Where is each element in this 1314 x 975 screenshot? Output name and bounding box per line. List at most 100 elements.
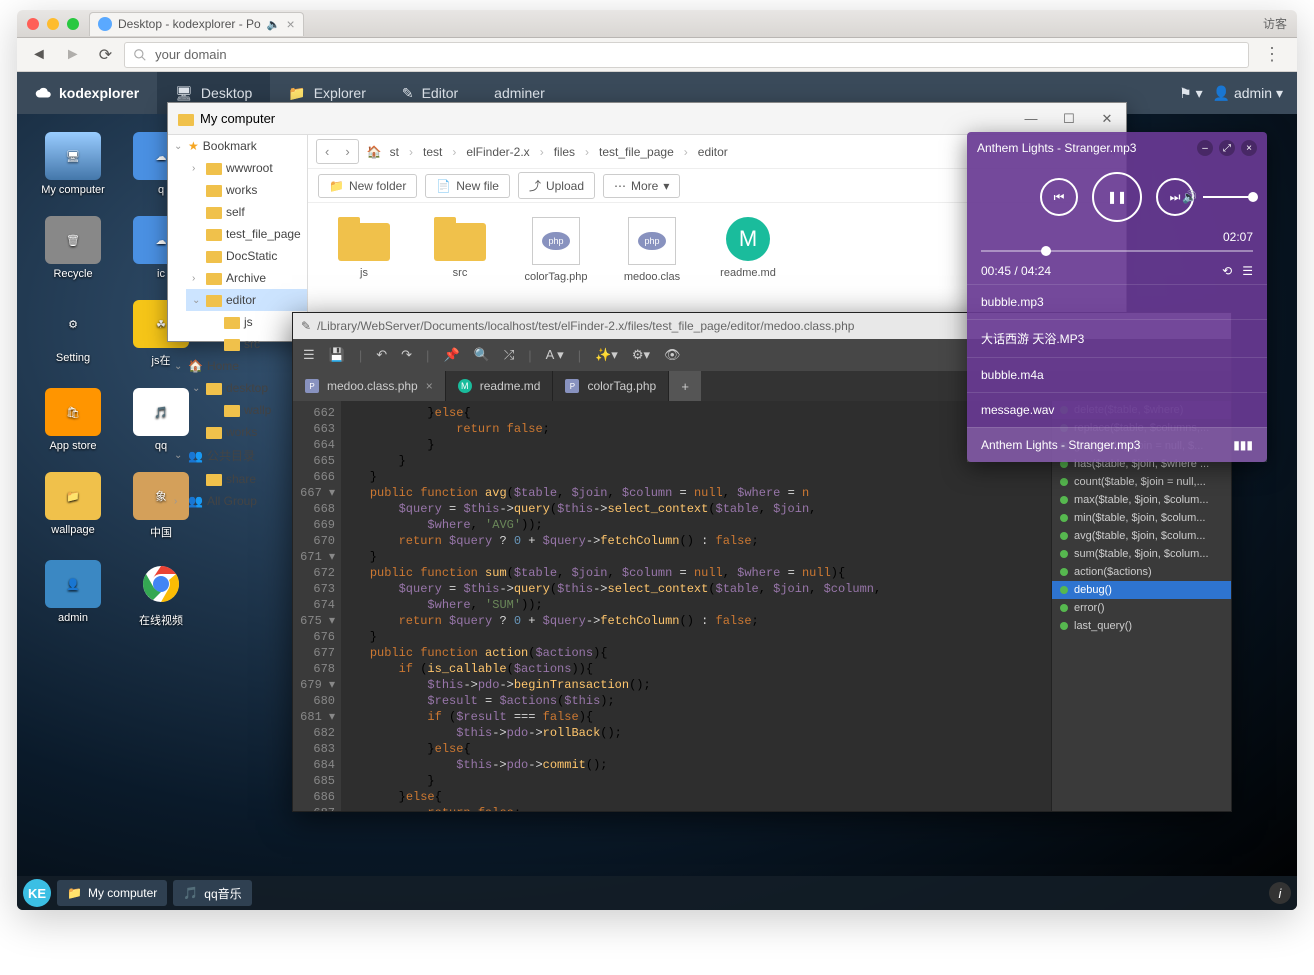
win-max-icon[interactable]: ☐: [1050, 103, 1088, 135]
fn-item[interactable]: max($table, $join, $colum...: [1052, 491, 1231, 509]
track-item[interactable]: message.wav: [967, 392, 1267, 427]
redo-icon[interactable]: ↷: [401, 347, 412, 363]
address-bar[interactable]: your domain: [124, 42, 1249, 68]
tree-item[interactable]: ›Archive: [186, 267, 307, 289]
prev-button[interactable]: ⏮: [1040, 178, 1078, 216]
upload-button[interactable]: ⤴ Upload: [518, 172, 595, 199]
playlist-icon[interactable]: ☰: [1242, 264, 1253, 278]
icon-recycle[interactable]: 🗑Recycle: [33, 216, 113, 280]
win-close-icon[interactable]: ✕: [1088, 103, 1126, 135]
new-file-button[interactable]: 📄 New file: [425, 174, 510, 198]
mp-max-icon[interactable]: ⤢: [1219, 140, 1235, 156]
menu-button[interactable]: ⋮: [1255, 44, 1289, 65]
tree-item[interactable]: ›wwwroot: [186, 157, 307, 179]
track-item[interactable]: bubble.m4a: [967, 357, 1267, 392]
crumb-nav[interactable]: ‹›: [316, 139, 359, 164]
icon-setting[interactable]: ⚙Setting: [33, 300, 113, 368]
tree-item[interactable]: self: [186, 201, 307, 223]
undo-icon[interactable]: ↶: [376, 347, 387, 363]
wand-icon[interactable]: ✨▾: [595, 347, 618, 363]
tree-item[interactable]: test_file_page: [186, 223, 307, 245]
flag-icon[interactable]: ⚑ ▾: [1179, 85, 1202, 102]
fn-item[interactable]: count($table, $join = null,...: [1052, 473, 1231, 491]
mp-close-icon[interactable]: ×: [1241, 140, 1257, 156]
fn-item[interactable]: sum($table, $join, $colum...: [1052, 545, 1231, 563]
icon-wallpage[interactable]: 📁wallpage: [33, 472, 113, 540]
play-pause-button[interactable]: ❚❚: [1092, 172, 1142, 222]
info-icon[interactable]: i: [1269, 882, 1291, 904]
traffic-lights: [27, 18, 79, 30]
mute-icon[interactable]: 🔈: [267, 18, 281, 31]
taskbar: KE 📁 My computer 🎵 qq音乐 i: [17, 876, 1297, 910]
tree-item[interactable]: share: [186, 468, 307, 490]
add-tab-button[interactable]: +: [669, 371, 701, 401]
forward-button[interactable]: ►: [59, 42, 87, 68]
code-area[interactable]: }else{ return false; } } } public functi…: [341, 401, 1051, 811]
tree-item-editor[interactable]: ⌄editor: [186, 289, 307, 311]
crumb-fwd-icon[interactable]: ›: [337, 140, 357, 163]
tab-readme[interactable]: Mreadme.md: [446, 371, 554, 401]
search-icon[interactable]: 🔍: [474, 347, 490, 363]
user-menu[interactable]: 👤 admin ▾: [1213, 85, 1283, 102]
gear-icon[interactable]: ⚙▾: [632, 347, 650, 363]
tree-item[interactable]: works: [186, 421, 307, 443]
start-button[interactable]: KE: [23, 879, 51, 907]
win-min-icon[interactable]: ―: [1012, 103, 1050, 135]
taskbar-item[interactable]: 📁 My computer: [57, 880, 167, 906]
fn-item[interactable]: min($table, $join, $colum...: [1052, 509, 1231, 527]
tree-bookmark[interactable]: ⌄★Bookmark: [168, 135, 307, 157]
more-button[interactable]: ⋯ More ▾: [603, 174, 680, 198]
tab-close-icon[interactable]: ×: [426, 379, 433, 393]
icon-chrome[interactable]: 在线视频: [121, 560, 201, 628]
save-icon[interactable]: 💾: [329, 347, 345, 363]
tree-allgroup[interactable]: ›👥All Group: [168, 490, 307, 512]
fn-item[interactable]: last_query(): [1052, 617, 1231, 635]
address-text: your domain: [155, 47, 227, 62]
volume-control[interactable]: 🔊: [1182, 190, 1253, 204]
back-button[interactable]: ◄: [25, 42, 53, 68]
function-list[interactable]: delete($table, $where) replace($table, $…: [1051, 401, 1231, 811]
tab-medoo[interactable]: Pmedoo.class.php×: [293, 371, 446, 401]
tree-public[interactable]: ⌄👥公共目录: [168, 443, 307, 468]
taskbar-item[interactable]: 🎵 qq音乐: [173, 880, 251, 906]
equalizer-icon: ▮▮▮: [1233, 438, 1253, 452]
mp-min-icon[interactable]: –: [1197, 140, 1213, 156]
tree-item[interactable]: DocStatic: [186, 245, 307, 267]
tree-home[interactable]: ⌄🏠Home: [168, 355, 307, 377]
track-item[interactable]: 大话西游 天浴.MP3: [967, 319, 1267, 357]
tab-close-icon[interactable]: ×: [286, 16, 294, 32]
home-icon[interactable]: 🏠: [367, 145, 382, 159]
new-folder-button[interactable]: 📁 New folder: [318, 174, 417, 198]
tree-item[interactable]: works: [186, 179, 307, 201]
fn-item[interactable]: action($actions): [1052, 563, 1231, 581]
track-item[interactable]: bubble.mp3: [967, 284, 1267, 319]
tab-colortag[interactable]: PcolorTag.php: [553, 371, 669, 401]
brand[interactable]: kodexplorer: [17, 85, 157, 101]
track-item-active[interactable]: Anthem Lights - Stranger.mp3▮▮▮: [967, 427, 1267, 462]
track-title: Anthem Lights - Stranger.mp3: [977, 141, 1136, 155]
tab-title: Desktop - kodexplorer - Po: [118, 17, 261, 31]
seek-bar[interactable]: [981, 250, 1253, 252]
close-button[interactable]: [27, 18, 39, 30]
browser-tab[interactable]: Desktop - kodexplorer - Po 🔈 ×: [89, 12, 304, 36]
pin-icon[interactable]: 📌: [443, 347, 459, 363]
maximize-button[interactable]: [67, 18, 79, 30]
minimize-button[interactable]: [47, 18, 59, 30]
menu-icon[interactable]: ☰: [303, 347, 315, 363]
fn-item-selected[interactable]: debug(): [1052, 581, 1231, 599]
reload-button[interactable]: ⟳: [93, 41, 118, 69]
fn-item[interactable]: error(): [1052, 599, 1231, 617]
tree-item[interactable]: ⌄desktop: [186, 377, 307, 399]
shuffle-icon[interactable]: ⤮: [504, 347, 514, 363]
eye-icon[interactable]: 👁: [664, 347, 681, 363]
font-icon[interactable]: A ▾: [546, 347, 564, 363]
crumb-back-icon[interactable]: ‹: [317, 140, 337, 163]
profile-guest[interactable]: 访客: [1263, 15, 1287, 32]
icon-appstore[interactable]: 🛍App store: [33, 388, 113, 452]
browser-titlebar: Desktop - kodexplorer - Po 🔈 × 访客: [17, 10, 1297, 38]
fn-item[interactable]: avg($table, $join, $colum...: [1052, 527, 1231, 545]
repeat-icon[interactable]: ⟲: [1222, 264, 1232, 278]
icon-mycomputer[interactable]: 🖥My computer: [33, 132, 113, 196]
icon-admin[interactable]: 👤admin: [33, 560, 113, 628]
file-tree[interactable]: ⌄★Bookmark ›wwwroot works self test_file…: [168, 135, 308, 512]
